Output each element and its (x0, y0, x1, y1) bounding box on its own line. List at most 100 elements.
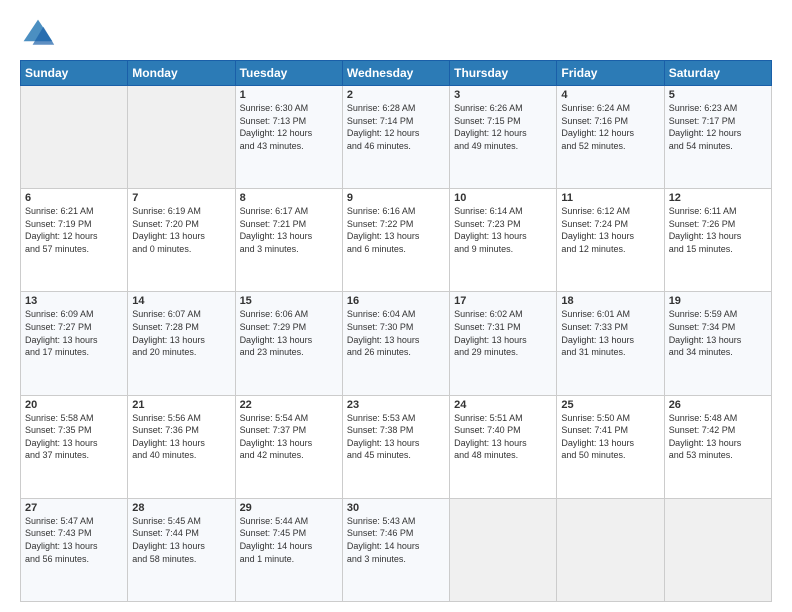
calendar-week-5: 27Sunrise: 5:47 AM Sunset: 7:43 PM Dayli… (21, 498, 772, 601)
day-info: Sunrise: 5:51 AM Sunset: 7:40 PM Dayligh… (454, 412, 552, 462)
day-info: Sunrise: 6:30 AM Sunset: 7:13 PM Dayligh… (240, 102, 338, 152)
day-info: Sunrise: 5:54 AM Sunset: 7:37 PM Dayligh… (240, 412, 338, 462)
day-info: Sunrise: 5:50 AM Sunset: 7:41 PM Dayligh… (561, 412, 659, 462)
calendar-cell: 30Sunrise: 5:43 AM Sunset: 7:46 PM Dayli… (342, 498, 449, 601)
day-number: 20 (25, 399, 123, 411)
calendar-cell: 10Sunrise: 6:14 AM Sunset: 7:23 PM Dayli… (450, 189, 557, 292)
day-info: Sunrise: 6:02 AM Sunset: 7:31 PM Dayligh… (454, 308, 552, 358)
day-number: 11 (561, 192, 659, 204)
day-number: 2 (347, 89, 445, 101)
calendar-cell: 18Sunrise: 6:01 AM Sunset: 7:33 PM Dayli… (557, 292, 664, 395)
page: SundayMondayTuesdayWednesdayThursdayFrid… (0, 0, 792, 612)
day-info: Sunrise: 5:48 AM Sunset: 7:42 PM Dayligh… (669, 412, 767, 462)
calendar-header-monday: Monday (128, 61, 235, 86)
calendar-cell: 22Sunrise: 5:54 AM Sunset: 7:37 PM Dayli… (235, 395, 342, 498)
calendar-week-1: 1Sunrise: 6:30 AM Sunset: 7:13 PM Daylig… (21, 86, 772, 189)
day-number: 30 (347, 502, 445, 514)
calendar-cell: 24Sunrise: 5:51 AM Sunset: 7:40 PM Dayli… (450, 395, 557, 498)
day-info: Sunrise: 6:09 AM Sunset: 7:27 PM Dayligh… (25, 308, 123, 358)
calendar-header-saturday: Saturday (664, 61, 771, 86)
calendar-header-friday: Friday (557, 61, 664, 86)
calendar-cell: 11Sunrise: 6:12 AM Sunset: 7:24 PM Dayli… (557, 189, 664, 292)
calendar-header-thursday: Thursday (450, 61, 557, 86)
day-number: 12 (669, 192, 767, 204)
calendar-header-row: SundayMondayTuesdayWednesdayThursdayFrid… (21, 61, 772, 86)
calendar-week-2: 6Sunrise: 6:21 AM Sunset: 7:19 PM Daylig… (21, 189, 772, 292)
calendar-cell: 20Sunrise: 5:58 AM Sunset: 7:35 PM Dayli… (21, 395, 128, 498)
calendar-cell: 26Sunrise: 5:48 AM Sunset: 7:42 PM Dayli… (664, 395, 771, 498)
day-number: 4 (561, 89, 659, 101)
calendar-cell: 28Sunrise: 5:45 AM Sunset: 7:44 PM Dayli… (128, 498, 235, 601)
day-info: Sunrise: 6:12 AM Sunset: 7:24 PM Dayligh… (561, 205, 659, 255)
day-number: 16 (347, 295, 445, 307)
day-info: Sunrise: 6:11 AM Sunset: 7:26 PM Dayligh… (669, 205, 767, 255)
calendar-cell (664, 498, 771, 601)
calendar-cell: 1Sunrise: 6:30 AM Sunset: 7:13 PM Daylig… (235, 86, 342, 189)
day-number: 22 (240, 399, 338, 411)
calendar-cell: 16Sunrise: 6:04 AM Sunset: 7:30 PM Dayli… (342, 292, 449, 395)
day-number: 6 (25, 192, 123, 204)
day-info: Sunrise: 6:14 AM Sunset: 7:23 PM Dayligh… (454, 205, 552, 255)
calendar-header-tuesday: Tuesday (235, 61, 342, 86)
day-number: 21 (132, 399, 230, 411)
day-number: 3 (454, 89, 552, 101)
calendar-cell: 23Sunrise: 5:53 AM Sunset: 7:38 PM Dayli… (342, 395, 449, 498)
day-number: 29 (240, 502, 338, 514)
day-number: 28 (132, 502, 230, 514)
day-info: Sunrise: 5:53 AM Sunset: 7:38 PM Dayligh… (347, 412, 445, 462)
day-number: 17 (454, 295, 552, 307)
day-number: 18 (561, 295, 659, 307)
calendar-cell: 2Sunrise: 6:28 AM Sunset: 7:14 PM Daylig… (342, 86, 449, 189)
calendar-header-wednesday: Wednesday (342, 61, 449, 86)
calendar-cell: 27Sunrise: 5:47 AM Sunset: 7:43 PM Dayli… (21, 498, 128, 601)
calendar-table: SundayMondayTuesdayWednesdayThursdayFrid… (20, 60, 772, 602)
day-info: Sunrise: 6:28 AM Sunset: 7:14 PM Dayligh… (347, 102, 445, 152)
day-number: 5 (669, 89, 767, 101)
calendar-cell: 3Sunrise: 6:26 AM Sunset: 7:15 PM Daylig… (450, 86, 557, 189)
day-info: Sunrise: 6:21 AM Sunset: 7:19 PM Dayligh… (25, 205, 123, 255)
calendar-cell: 14Sunrise: 6:07 AM Sunset: 7:28 PM Dayli… (128, 292, 235, 395)
logo (20, 16, 60, 52)
day-info: Sunrise: 6:24 AM Sunset: 7:16 PM Dayligh… (561, 102, 659, 152)
calendar-cell: 9Sunrise: 6:16 AM Sunset: 7:22 PM Daylig… (342, 189, 449, 292)
day-info: Sunrise: 5:43 AM Sunset: 7:46 PM Dayligh… (347, 515, 445, 565)
calendar-cell: 8Sunrise: 6:17 AM Sunset: 7:21 PM Daylig… (235, 189, 342, 292)
day-number: 14 (132, 295, 230, 307)
day-info: Sunrise: 5:47 AM Sunset: 7:43 PM Dayligh… (25, 515, 123, 565)
day-number: 24 (454, 399, 552, 411)
day-number: 8 (240, 192, 338, 204)
logo-icon (20, 16, 56, 52)
day-info: Sunrise: 6:23 AM Sunset: 7:17 PM Dayligh… (669, 102, 767, 152)
day-number: 13 (25, 295, 123, 307)
day-info: Sunrise: 5:58 AM Sunset: 7:35 PM Dayligh… (25, 412, 123, 462)
day-info: Sunrise: 5:44 AM Sunset: 7:45 PM Dayligh… (240, 515, 338, 565)
calendar-cell (21, 86, 128, 189)
calendar-cell: 25Sunrise: 5:50 AM Sunset: 7:41 PM Dayli… (557, 395, 664, 498)
calendar-cell: 19Sunrise: 5:59 AM Sunset: 7:34 PM Dayli… (664, 292, 771, 395)
day-info: Sunrise: 6:16 AM Sunset: 7:22 PM Dayligh… (347, 205, 445, 255)
calendar-cell: 29Sunrise: 5:44 AM Sunset: 7:45 PM Dayli… (235, 498, 342, 601)
calendar-cell: 4Sunrise: 6:24 AM Sunset: 7:16 PM Daylig… (557, 86, 664, 189)
day-info: Sunrise: 6:06 AM Sunset: 7:29 PM Dayligh… (240, 308, 338, 358)
day-number: 25 (561, 399, 659, 411)
header (20, 16, 772, 52)
day-info: Sunrise: 6:26 AM Sunset: 7:15 PM Dayligh… (454, 102, 552, 152)
day-number: 9 (347, 192, 445, 204)
calendar-cell (557, 498, 664, 601)
calendar-cell: 17Sunrise: 6:02 AM Sunset: 7:31 PM Dayli… (450, 292, 557, 395)
calendar-cell: 7Sunrise: 6:19 AM Sunset: 7:20 PM Daylig… (128, 189, 235, 292)
calendar-header-sunday: Sunday (21, 61, 128, 86)
calendar-cell: 6Sunrise: 6:21 AM Sunset: 7:19 PM Daylig… (21, 189, 128, 292)
day-number: 10 (454, 192, 552, 204)
calendar-week-4: 20Sunrise: 5:58 AM Sunset: 7:35 PM Dayli… (21, 395, 772, 498)
day-number: 23 (347, 399, 445, 411)
day-info: Sunrise: 6:07 AM Sunset: 7:28 PM Dayligh… (132, 308, 230, 358)
day-number: 26 (669, 399, 767, 411)
day-info: Sunrise: 5:59 AM Sunset: 7:34 PM Dayligh… (669, 308, 767, 358)
calendar-cell: 21Sunrise: 5:56 AM Sunset: 7:36 PM Dayli… (128, 395, 235, 498)
day-number: 7 (132, 192, 230, 204)
day-info: Sunrise: 6:01 AM Sunset: 7:33 PM Dayligh… (561, 308, 659, 358)
day-number: 19 (669, 295, 767, 307)
calendar-week-3: 13Sunrise: 6:09 AM Sunset: 7:27 PM Dayli… (21, 292, 772, 395)
calendar-cell: 15Sunrise: 6:06 AM Sunset: 7:29 PM Dayli… (235, 292, 342, 395)
